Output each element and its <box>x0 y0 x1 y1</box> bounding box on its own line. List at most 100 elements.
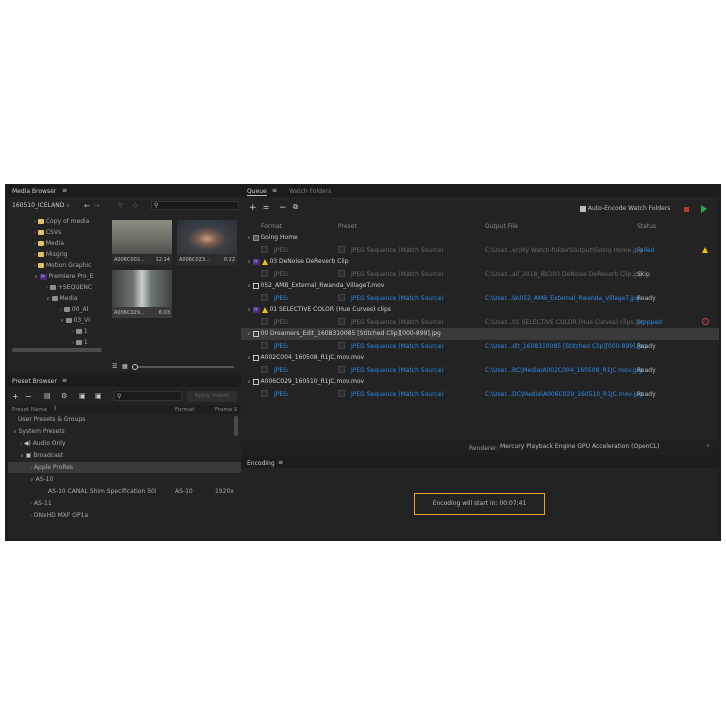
preset-row[interactable]: AS-10 CANAL Shim Specification 50i <box>48 488 238 495</box>
tree-scrollbar[interactable] <box>12 348 102 352</box>
preset-browser-tab[interactable]: Preset Browser <box>12 378 57 385</box>
queue-source[interactable]: ∨ Going Home <box>247 234 298 241</box>
thumbnail-size-slider[interactable] <box>132 364 234 370</box>
queue-source[interactable]: ∨ 00 Dreamers_Edit_1608310085 [Stitched … <box>247 330 441 337</box>
clip-thumbnail[interactable]: A006C023... 0:22 <box>177 220 237 265</box>
settings-icon[interactable]: ⚙ <box>61 392 67 400</box>
col-format[interactable]: Format <box>175 407 194 413</box>
preset-row[interactable]: ∨ System Presets <box>13 428 65 435</box>
remove-preset-icon[interactable]: − <box>25 393 32 401</box>
media-browser-tab[interactable]: Media Browser <box>12 188 56 195</box>
tree-item[interactable]: ∨ Media <box>46 295 78 302</box>
preset-value[interactable]: JPEG Sequence (Match Source) <box>351 271 444 278</box>
preset-value[interactable]: JPEG Sequence (Match Source) <box>351 343 444 350</box>
checkbox[interactable] <box>338 366 345 373</box>
encoding-tab[interactable]: Encoding <box>247 460 275 467</box>
output-path[interactable]: C:\User...DC\Media\A006C029_160510_R1JC.… <box>485 391 643 398</box>
panel-menu-icon[interactable]: ≡ <box>278 459 283 466</box>
remove-icon[interactable]: − <box>279 204 287 213</box>
panel-menu-icon[interactable]: ≡ <box>62 187 67 194</box>
preset-row[interactable]: ∨ AS-10 <box>30 476 53 483</box>
preset-value[interactable]: JPEG Sequence (Match Source) <box>351 319 444 326</box>
panel-menu-icon[interactable]: ≡ <box>62 377 67 384</box>
queue-output-row[interactable]: JPEG JPEG Sequence (Match Source) C:\Use… <box>241 318 719 327</box>
format-value[interactable]: JPEG <box>274 391 288 398</box>
checkbox[interactable] <box>261 270 268 277</box>
preset-row[interactable]: › ◀) Audio Only <box>20 440 66 447</box>
col-frame-size[interactable]: Frame S <box>215 407 237 413</box>
queue-source[interactable]: ∨ 052_AMB_External_Rwanda_VillageT.mov <box>247 282 384 289</box>
tree-item[interactable]: ∨ Pr Premiere Pro_E <box>34 273 94 280</box>
stop-queue-button[interactable] <box>684 207 689 212</box>
preset-search-input[interactable]: ⚲ <box>114 391 182 401</box>
checkbox[interactable] <box>338 246 345 253</box>
search-input[interactable]: ⚲ <box>151 201 239 210</box>
checkbox[interactable] <box>580 205 586 212</box>
project-dropdown[interactable]: 160510_ICELAND ∨ <box>12 202 70 209</box>
queue-source[interactable]: ∨ Pr 01 SELECTIVE COLOR (Hue Curves) cli… <box>247 306 391 313</box>
new-group-icon[interactable]: ▤ <box>44 392 51 400</box>
output-path[interactable]: C:\User...dit_1608310085 [Stitched Clip]… <box>485 343 647 350</box>
checkbox[interactable] <box>338 270 345 277</box>
tree-item[interactable]: › Copy of media <box>34 218 89 225</box>
preset-value[interactable]: JPEG Sequence (Match Source) <box>351 391 444 398</box>
format-value[interactable]: JPEG <box>274 271 288 278</box>
checkbox[interactable] <box>338 390 345 397</box>
duplicate-icon[interactable]: ⧉ <box>293 203 298 211</box>
queue-output-row[interactable]: JPEG JPEG Sequence (Match Source) C:\Use… <box>241 270 719 279</box>
list-view-icon[interactable]: ☰ <box>112 363 117 371</box>
checkbox[interactable] <box>261 390 268 397</box>
apply-preset-button[interactable]: Apply Preset <box>187 391 237 402</box>
renderer-dropdown[interactable]: Mercury Playback Engine GPU Acceleration… <box>500 443 712 452</box>
queue-output-row[interactable]: JPEG JPEG Sequence (Match Source) C:\Use… <box>241 246 719 255</box>
checkbox[interactable] <box>261 246 268 253</box>
start-queue-button[interactable] <box>701 205 707 213</box>
tab-watch-folders[interactable]: Watch Folders <box>289 188 331 195</box>
preset-row[interactable]: › DNxHD MXF OP1a <box>30 512 88 519</box>
checkbox[interactable] <box>261 366 268 373</box>
add-source-icon[interactable]: + <box>249 204 257 213</box>
clip-thumbnail[interactable]: A006C029... 6:03 <box>112 270 172 318</box>
preset-row[interactable]: › Apple ProRes <box>30 464 73 471</box>
output-path[interactable]: C:\User...BC\Media\A002C004_160508_R1JC.… <box>485 367 642 374</box>
import-icon[interactable]: ▣ <box>79 392 86 400</box>
tree-item[interactable]: › 00_Al <box>60 306 88 313</box>
checkbox[interactable] <box>338 342 345 349</box>
clip-thumbnail[interactable]: A006C002... 12:14 <box>112 220 172 265</box>
tree-item[interactable]: › +SEQUENC <box>46 284 92 291</box>
queue-source[interactable]: ∨ A006C029_160510_R1JC.mov.mov <box>247 378 364 385</box>
view-toggle-icon[interactable]: ◇ <box>133 202 138 210</box>
preset-value[interactable]: JPEG Sequence (Match Source) <box>351 295 444 302</box>
preset-scrollbar[interactable] <box>234 416 238 436</box>
tree-item[interactable]: › Media <box>34 240 64 247</box>
format-value[interactable]: JPEG <box>274 319 288 326</box>
forward-arrow-icon[interactable]: → <box>94 202 100 210</box>
queue-source[interactable]: ∨ Pr 03 DeNoise DeReverb Clip <box>247 258 349 265</box>
preset-settings-icon[interactable]: ⚌ <box>263 203 269 211</box>
queue-source[interactable]: ∨ A002C004_160508_R1JC.mov.mov <box>247 354 364 361</box>
output-path[interactable]: C:\User...la\052_AMB_External_Rwanda_Vil… <box>485 295 640 302</box>
output-path[interactable]: C:\User...01 SELECTIVE COLOR (Hue Curves… <box>485 319 645 326</box>
slider-handle[interactable] <box>132 364 138 370</box>
output-path[interactable]: C:\User...all_2018_IBC\03 DeNoise DeReve… <box>485 271 643 278</box>
filter-icon[interactable]: ▽ <box>118 202 123 210</box>
queue-output-row[interactable]: JPEG JPEG Sequence (Match Source) C:\Use… <box>241 342 719 351</box>
col-format[interactable]: Format <box>261 223 282 230</box>
auto-encode-toggle[interactable]: Auto-Encode Watch Folders <box>580 205 670 212</box>
tab-queue[interactable]: Queue <box>247 188 267 196</box>
checkbox[interactable] <box>261 318 268 325</box>
col-preset[interactable]: Preset <box>338 223 357 230</box>
back-arrow-icon[interactable]: ← <box>84 202 90 210</box>
add-preset-icon[interactable]: + <box>12 393 19 401</box>
tree-item[interactable]: › 1 <box>72 328 88 335</box>
format-value[interactable]: JPEG <box>274 247 288 254</box>
format-value[interactable]: JPEG <box>274 343 288 350</box>
col-output-file[interactable]: Output File <box>485 223 518 230</box>
checkbox[interactable] <box>261 342 268 349</box>
col-preset-name[interactable]: Preset Name <box>12 407 47 413</box>
panel-menu-icon[interactable]: ≡ <box>272 187 277 194</box>
queue-output-row[interactable]: JPEG JPEG Sequence (Match Source) C:\Use… <box>241 366 719 375</box>
queue-output-row[interactable]: JPEG JPEG Sequence (Match Source) C:\Use… <box>241 294 719 303</box>
export-icon[interactable]: ▣ <box>95 392 102 400</box>
format-value[interactable]: JPEG <box>274 367 288 374</box>
